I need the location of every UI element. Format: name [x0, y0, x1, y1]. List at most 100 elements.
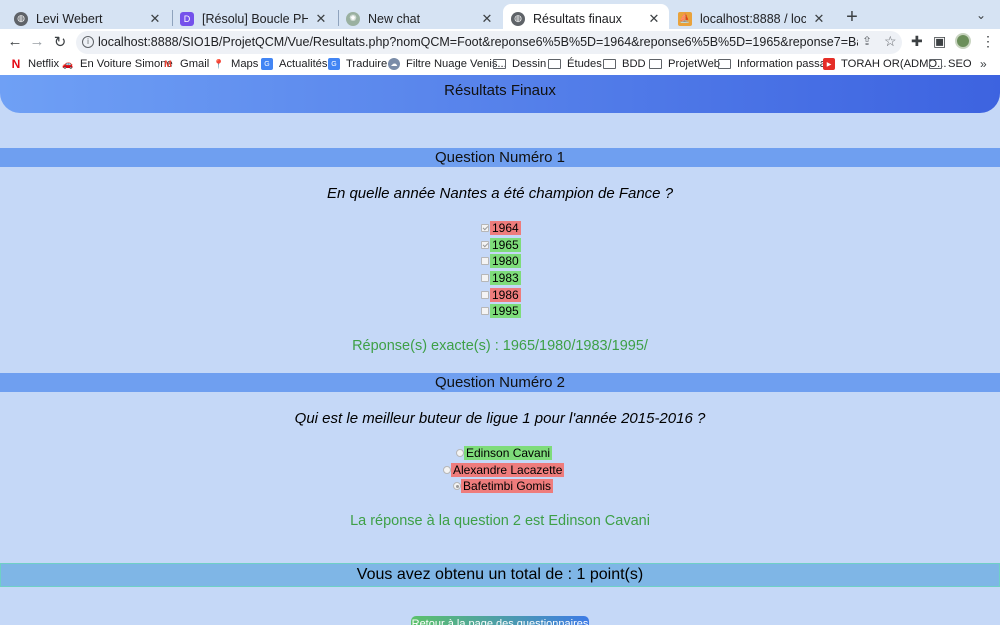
gmail-icon: M [164, 59, 172, 69]
bookmark-label: Gmail [180, 58, 210, 70]
bookmark-label: Études [567, 58, 602, 70]
chatgpt-icon: ✺ [346, 11, 360, 26]
bookmark-seo[interactable]: SEO [929, 58, 972, 70]
answer-checkbox[interactable] [481, 274, 489, 282]
bookmark-dessin[interactable]: Dessin [493, 58, 546, 70]
close-icon[interactable]: ✕ [314, 11, 328, 27]
close-icon[interactable]: ✕ [647, 11, 661, 27]
side-panel-icon[interactable]: ▣ [933, 33, 946, 50]
bookmark-netflix[interactable]: N Netflix [10, 57, 60, 71]
bookmark-en-voiture-simone[interactable]: 🚗 En Voiture Simone [62, 58, 173, 70]
answer-label: Alexandre Lacazette [451, 463, 565, 477]
reload-icon[interactable]: ↻ [51, 33, 69, 51]
maps-icon: 📍 [213, 58, 225, 69]
cloud-icon: ☁ [388, 58, 400, 70]
news-icon: G [261, 58, 273, 70]
share-icon[interactable]: ⇪ [862, 34, 872, 48]
back-arrow-icon[interactable]: ← [6, 33, 24, 50]
answer-checkbox[interactable] [481, 307, 489, 315]
bookmark-label: SEO [948, 58, 972, 70]
bookmark-label: Netflix [28, 58, 60, 70]
question-1-text: En quelle année Nantes a été champion de… [326, 185, 674, 202]
bookmark-label: BDD [622, 58, 646, 70]
bookmark-gmail[interactable]: M Gmail [162, 58, 209, 70]
answer-option[interactable]: 1983 [481, 271, 521, 285]
answer-checkbox[interactable] [481, 241, 489, 249]
bookmark-label: Traduire [346, 58, 388, 70]
bookmark-actualites[interactable]: G Actualités [261, 58, 328, 70]
answer-option[interactable]: 1965 [481, 238, 521, 252]
kebab-menu-icon[interactable]: ⋮ [981, 33, 995, 50]
answer-radio[interactable] [453, 482, 461, 490]
answer-label: 1983 [490, 271, 521, 285]
bookmark-label: Information passa... [737, 58, 836, 70]
globe-icon: ◍ [511, 11, 525, 26]
bookmark-information[interactable]: Information passa... [718, 58, 835, 70]
bookmark-torah-or[interactable]: ▶ TORAH OR(ADMO... [823, 58, 946, 70]
bookmark-star-icon[interactable]: ☆ [884, 33, 897, 50]
page-header: Résultats Finaux [0, 75, 1000, 113]
tab-title: Levi Webert [36, 11, 103, 26]
bookmark-label: Filtre Nuage Venis... [406, 58, 507, 70]
question-1-banner: Question Numéro 1 [0, 148, 1000, 167]
answer-option[interactable]: 1995 [481, 304, 521, 318]
answer-radio[interactable] [443, 466, 451, 474]
folder-icon [493, 59, 506, 69]
close-icon[interactable]: ✕ [480, 11, 494, 27]
phpmyadmin-icon: ⛵ [678, 11, 692, 26]
bookmark-projetweb[interactable]: ProjetWeb [649, 58, 720, 70]
openclassrooms-icon: D [180, 11, 194, 26]
back-to-questionnaires-button[interactable]: Retour à la page des questionnaires [411, 616, 589, 625]
folder-icon [649, 59, 662, 69]
answer-label: Edinson Cavani [464, 446, 553, 460]
page-content: Résultats Finaux Question Numéro 1 En qu… [0, 75, 1000, 625]
bookmark-etudes[interactable]: Études [548, 58, 602, 70]
answer-option[interactable]: 1964 [481, 221, 521, 235]
answer-label: 1986 [490, 288, 521, 302]
answer-option[interactable]: Alexandre Lacazette [443, 463, 565, 477]
profile-avatar[interactable] [955, 33, 971, 49]
answer-label: 1965 [490, 238, 521, 252]
address-bar[interactable]: i localhost:8888/SIO1B/ProjetQCM/Vue/Res… [76, 31, 902, 54]
bookmark-label: ProjetWeb [668, 58, 721, 70]
page-title: Résultats Finaux [444, 82, 556, 99]
url-text[interactable]: localhost:8888/SIO1B/ProjetQCM/Vue/Resul… [98, 35, 858, 49]
tab-title: [Résolu] Boucle PHP pour crée [202, 11, 308, 26]
bookmark-label: En Voiture Simone [80, 58, 173, 70]
answer-option[interactable]: Bafetimbi Gomis [453, 479, 554, 493]
bookmark-filtre-nuage[interactable]: ☁ Filtre Nuage Venis... [388, 58, 507, 70]
question-1-result: Réponse(s) exacte(s) : 1965/1980/1983/19… [352, 338, 648, 354]
site-info-icon[interactable]: i [82, 36, 94, 48]
browser-toolbar: ← → ↻ i localhost:8888/SIO1B/ProjetQCM/V… [0, 29, 1000, 56]
bookmark-traduire[interactable]: G Traduire [328, 58, 387, 70]
new-tab-button[interactable]: + [842, 6, 862, 29]
total-score-bar: Vous avez obtenu un total de : 1 point(s… [0, 563, 1000, 587]
netflix-icon: N [11, 57, 21, 71]
bookmarks-bar: N Netflix 🚗 En Voiture Simone M Gmail 📍 Maps… [0, 56, 1000, 75]
answer-checkbox[interactable] [481, 291, 489, 299]
bookmark-bdd[interactable]: BDD [603, 58, 646, 70]
close-icon[interactable]: ✕ [148, 11, 162, 27]
answer-label: Bafetimbi Gomis [461, 479, 554, 493]
bookmark-label: Maps [231, 58, 259, 70]
answer-radio[interactable] [456, 449, 464, 457]
question-2-result: La réponse à la question 2 est Edinson C… [350, 513, 650, 529]
close-icon[interactable]: ✕ [812, 11, 826, 27]
bookmark-maps[interactable]: 📍 Maps [213, 58, 258, 70]
answer-checkbox[interactable] [481, 224, 489, 232]
globe-icon: ◍ [14, 11, 28, 26]
answer-option[interactable]: 1986 [481, 288, 521, 302]
bookmarks-overflow-icon[interactable]: » [980, 57, 987, 71]
youtube-icon: ▶ [823, 58, 835, 70]
answer-label: 1964 [490, 221, 521, 235]
answer-checkbox[interactable] [481, 257, 489, 265]
folder-icon [603, 59, 616, 69]
answer-option[interactable]: 1980 [481, 254, 521, 268]
tab-search-menu-icon[interactable]: ⌄ [976, 8, 986, 22]
extensions-puzzle-icon[interactable]: ✚ [911, 33, 923, 50]
forward-arrow-icon[interactable]: → [28, 33, 46, 50]
answer-label: 1995 [490, 304, 521, 318]
car-icon: 🚗 [62, 58, 74, 69]
folder-icon [548, 59, 561, 69]
answer-option[interactable]: Edinson Cavani [456, 446, 553, 460]
